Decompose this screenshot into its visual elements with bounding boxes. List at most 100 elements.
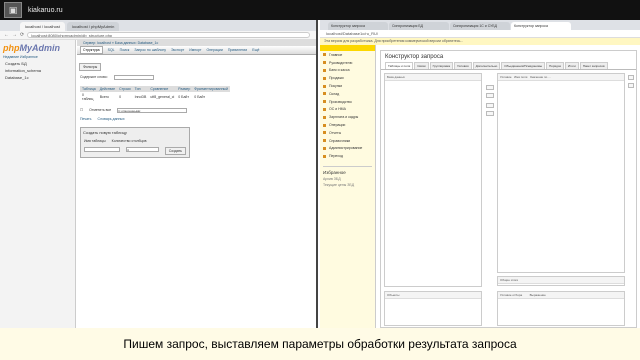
menu-item-icon [323, 107, 326, 111]
tab-export[interactable]: Экспорт [171, 48, 184, 52]
menu-item[interactable]: Руководителю [320, 59, 375, 67]
right-url-input[interactable]: localhost/Database1c/ru_RU/ [320, 30, 640, 38]
menu-item[interactable]: Справочники [320, 137, 375, 145]
qb-tab[interactable]: Пакет запросов [579, 62, 608, 69]
conditions-list[interactable]: Условие отбора Выражение [497, 291, 625, 326]
right-tab-2[interactable]: Синхронизация БД [389, 22, 449, 30]
left-tab-2[interactable]: localhost / phpMyAdmin [66, 22, 120, 31]
menu-item-label: Администрирование [329, 146, 363, 151]
create-table-legend[interactable]: Создать новую таблицу [81, 128, 189, 137]
check-all-row: ☐ Отметить все С отмеченными: [77, 106, 316, 115]
tab-import[interactable]: Импорт [189, 48, 201, 52]
remove-all-button[interactable] [486, 111, 494, 116]
pma-tabs: Структура SQL Поиск Запрос по шаблону Эк… [77, 46, 316, 55]
move-down-button[interactable] [628, 83, 634, 88]
qb-tab[interactable]: Группировка [429, 62, 454, 69]
left-address-bar: ← → ⟳ localhost:8080/phpmyadmin/db_struc… [0, 31, 316, 40]
left-url-input[interactable]: localhost:8080/phpmyadmin/db_structure.p… [27, 32, 310, 38]
create-table-inputs: 4 Создать [81, 145, 189, 157]
tab-more[interactable]: Ещё [252, 48, 259, 52]
check-all-label[interactable]: Отметить все [89, 108, 111, 113]
tab-sql[interactable]: SQL [108, 48, 115, 52]
menu-item-label: Отчеты [329, 130, 342, 135]
result-fields-list[interactable]: Условие Имя поля Значение по ... [497, 73, 625, 273]
tab-search[interactable]: Поиск [120, 48, 130, 52]
create-button[interactable]: Создать [164, 147, 186, 155]
menu-item[interactable]: ОС и НМА [320, 106, 375, 114]
right-tab-4[interactable]: Конструктор запроса [511, 22, 571, 30]
menu-item[interactable]: Отчеты [320, 129, 375, 137]
db-item-database1c[interactable]: Database_1c [3, 75, 72, 80]
pma-logo-a: php [3, 43, 20, 53]
totals-field[interactable]: Общие итоги [497, 276, 625, 286]
menu-item-icon [323, 146, 326, 150]
favorite-item[interactable]: Текущие цены ЗБД [320, 183, 375, 187]
add-all-button[interactable] [486, 93, 494, 98]
menu-item-icon [323, 100, 326, 104]
dict-link[interactable]: Словарь данных [97, 117, 124, 121]
with-selected-select[interactable]: С отмеченными: [117, 108, 188, 113]
db-item-new[interactable]: Создать БД [3, 61, 72, 66]
tab-structure[interactable]: Структура [80, 46, 103, 54]
menu-item-label: Продажи [329, 76, 344, 81]
menu-item[interactable]: Покупки [320, 82, 375, 90]
menu-item[interactable]: Продажи [320, 74, 375, 82]
reload-icon[interactable]: ⟳ [20, 32, 24, 38]
menu-item-icon [323, 76, 326, 80]
qb-tab[interactable]: Условия [454, 62, 472, 69]
qb-tab[interactable]: Таблицы и поля [385, 62, 414, 69]
menu-item[interactable]: Администрирование [320, 145, 375, 153]
move-up-button[interactable] [628, 75, 634, 80]
tab-privileges[interactable]: Привилегии [228, 48, 247, 52]
menu-item-label: Переход [329, 154, 343, 159]
print-link[interactable]: Печать [80, 117, 91, 121]
menu-item-label: Покупки [329, 84, 343, 89]
pma-side-links[interactable]: Недавние Избранное [3, 55, 72, 59]
cell: 0 Байт [194, 95, 206, 99]
pma-logo-b: MyAdmin [19, 43, 61, 53]
qb-tab[interactable]: Итоги [564, 62, 579, 69]
menu-item-label: Руководителю [329, 60, 353, 65]
check-all-checkbox[interactable]: ☐ [80, 108, 83, 113]
filter-row: Содержит слово: [77, 73, 316, 82]
filter-input[interactable] [113, 75, 154, 80]
qb-tab[interactable]: Связи [414, 62, 429, 69]
objects-header: Объекты [385, 292, 481, 299]
menu-item[interactable]: Зарплата и кадры [320, 113, 375, 121]
favorite-item[interactable]: Архив ЗБД [320, 177, 375, 181]
db-item-info-schema[interactable]: information_schema [3, 68, 72, 73]
right-tab-1[interactable]: Конструктор запроса [328, 22, 388, 30]
back-icon[interactable]: ← [4, 32, 9, 38]
tab-operations[interactable]: Операции [206, 48, 222, 52]
query-builder-tabs: Таблицы и поля Связи Группировка Условия Доп… [381, 62, 636, 70]
menu-item-icon [323, 139, 326, 143]
dev-notice: Эта версия для разработчика. Для приобре… [320, 38, 640, 45]
query-builder-title: Конструктор запроса [385, 54, 444, 60]
qb-tab[interactable]: Дополнительно [472, 62, 501, 69]
menu-item[interactable]: Производство [320, 98, 375, 106]
filters-button[interactable]: Фильтры [79, 63, 102, 71]
forward-icon[interactable]: → [12, 32, 17, 38]
cols-input[interactable]: 4 [126, 147, 159, 152]
qb-tab[interactable]: Порядок [546, 62, 564, 69]
res-col-condition: Условие [500, 75, 512, 79]
remove-field-button[interactable] [486, 103, 494, 108]
add-field-button[interactable] [486, 85, 494, 90]
menu-item-icon [323, 92, 326, 96]
right-browser-tabs: Конструктор запроса Синхронизация БД Син… [320, 20, 640, 30]
menu-item[interactable]: Операции [320, 121, 375, 129]
right-tab-3[interactable]: Синхронизация 1С и СУБД [450, 22, 510, 30]
menu-item-label: Производство [329, 99, 352, 104]
objects-list[interactable]: Объекты [384, 291, 482, 326]
tab-query[interactable]: Запрос по шаблону [134, 48, 166, 52]
menu-item[interactable]: Склад [320, 90, 375, 98]
left-tab-1[interactable]: localhost / localhost [20, 22, 65, 31]
qb-tab[interactable]: Объединения/Псевдонимы [501, 62, 546, 69]
database-tree[interactable]: База данных [384, 73, 482, 287]
favorites-title: Избранное [323, 166, 372, 175]
menu-item[interactable]: Банк и касса [320, 67, 375, 75]
menu-item[interactable]: Главное [320, 51, 375, 59]
menu-item[interactable]: Переход [320, 152, 375, 160]
menu-item-label: ОС и НМА [329, 107, 346, 112]
table-name-input[interactable] [84, 147, 121, 152]
